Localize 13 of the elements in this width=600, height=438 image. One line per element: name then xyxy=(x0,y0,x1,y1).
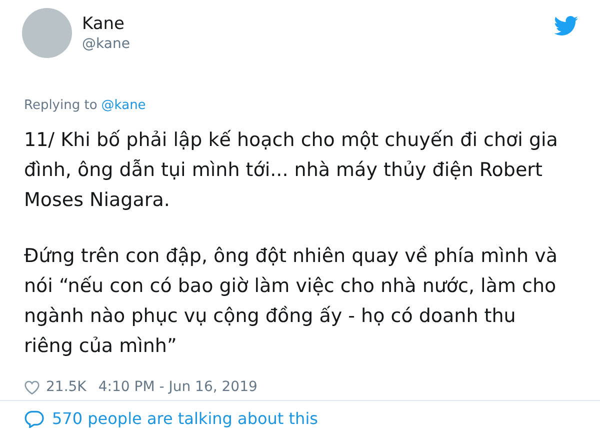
tweet-paragraph: Đứng trên con đập, ông đột nhiên quay về phía mình và nói “nếu con có bao giờ làm việc cho nhà nước, làm cho ngành nào phục vụ cộng đồng ấy - họ có doanh thu riêng của mình” xyxy=(24,244,558,359)
conversation-link[interactable]: 570 people are talking about this xyxy=(52,409,318,428)
author-handle[interactable]: @kane xyxy=(82,36,544,52)
tweet-paragraph: 11/ Khi bố phải lập kế hoạch cho một chuyến đi chơi gia đình, ông dẫn tụi mình tới... nhà máy thủy điện Robert Moses Niagara. xyxy=(24,128,559,213)
avatar-photo-placeholder xyxy=(22,8,72,58)
author-name[interactable]: Kane xyxy=(82,14,544,34)
heart-icon[interactable] xyxy=(24,380,40,394)
like-count: 21.5K xyxy=(46,379,86,395)
speech-bubble-icon[interactable] xyxy=(24,410,44,428)
reply-handle-link[interactable]: @kane xyxy=(101,98,146,113)
bird-icon[interactable] xyxy=(554,16,578,36)
reply-label: Replying to xyxy=(24,98,98,113)
timestamp[interactable]: 4:10 PM - Jun 16, 2019 xyxy=(98,379,258,395)
